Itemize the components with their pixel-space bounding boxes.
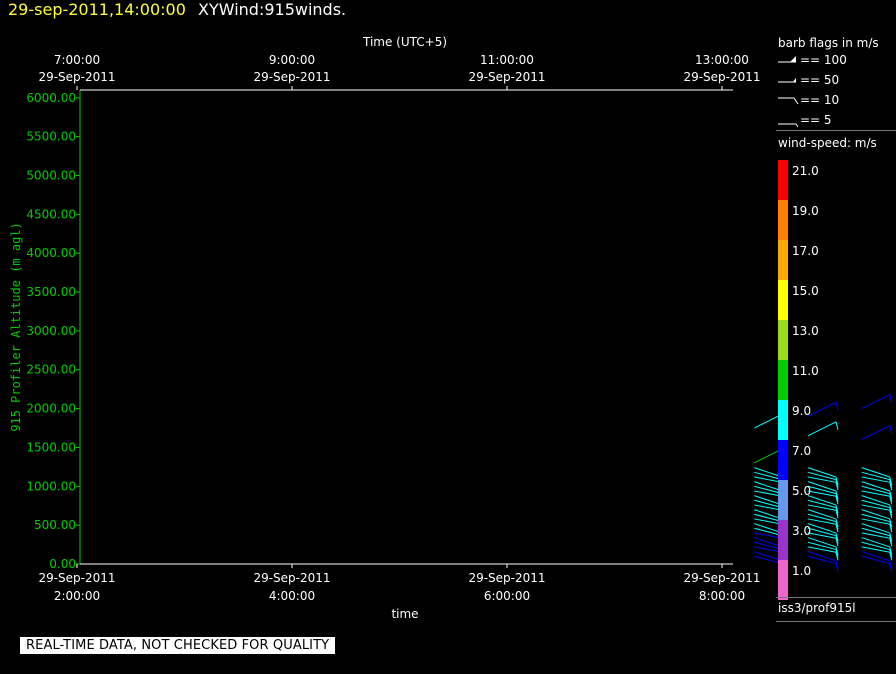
y-tick-label: 0.00: [49, 557, 76, 571]
barb-5-icon: [778, 123, 799, 128]
y-tick-label: 5500.00: [26, 130, 76, 144]
top-tick-time: 13:00:00: [695, 53, 749, 67]
colorbar-segment: [778, 560, 788, 600]
x-tick-time: 4:00:00: [269, 589, 315, 603]
colorbar-label: 17.0: [792, 244, 819, 258]
colorbar-segment: [778, 240, 788, 280]
station-divider: [776, 597, 896, 598]
barb-label-100: == 100: [800, 53, 847, 67]
y-tick-label: 3500.00: [26, 285, 76, 299]
y-tick-label: 4500.00: [26, 207, 76, 221]
x-tick-time: 8:00:00: [699, 589, 745, 603]
colorbar-segment: [778, 200, 788, 240]
barb-legend-5: == 5: [776, 113, 896, 128]
colorbar-label: 3.0: [792, 524, 812, 538]
x-axis-title: time: [391, 607, 418, 621]
y-tick-label: 2000.00: [26, 402, 76, 416]
x-tick-time: 2:00:00: [54, 589, 100, 603]
y-tick-label: 6000.00: [26, 91, 76, 105]
quality-warning: REAL-TIME DATA, NOT CHECKED FOR QUALITY: [20, 637, 336, 654]
colorbar-label: 1.0: [792, 564, 812, 578]
barb-legend-10: == 10: [776, 93, 896, 108]
x-tick-date: 29-Sep-2011: [253, 571, 330, 585]
colorbar-segment: [778, 360, 788, 400]
x-tick-time: 6:00:00: [484, 589, 530, 603]
barb-label-10: == 10: [800, 93, 840, 107]
colorbar-title: wind-speed: m/s: [778, 136, 877, 150]
colorbar-segment: [778, 520, 788, 560]
colorbar-label: 9.0: [792, 404, 812, 418]
colorbar-label: 7.0: [792, 444, 812, 458]
top-tick-time: 9:00:00: [269, 53, 315, 67]
legend-divider: [776, 130, 896, 131]
x-tick-date: 29-Sep-2011: [683, 571, 760, 585]
top-axis-title: Time (UTC+5): [362, 35, 447, 49]
barb-100-icon: [778, 56, 796, 63]
y-tick-label: 1500.00: [26, 440, 76, 454]
barb-legend-50: == 50: [776, 73, 896, 88]
y-tick-label: 500.00: [34, 518, 76, 532]
x-tick-date: 29-Sep-2011: [38, 571, 115, 585]
colorbar-segment: [778, 280, 788, 320]
top-tick-date: 29-Sep-2011: [468, 70, 545, 84]
colorbar-segment: [778, 400, 788, 440]
top-tick-date: 29-Sep-2011: [683, 70, 760, 84]
y-tick-label: 2500.00: [26, 363, 76, 377]
colorbar-label: 5.0: [792, 484, 812, 498]
station-id: iss3/prof915l: [778, 601, 856, 615]
y-axis-title: 915 Profiler Altitude (m agl): [9, 222, 23, 432]
colorbar-segment: [778, 160, 788, 200]
y-tick-label: 3000.00: [26, 324, 76, 338]
station-divider-bottom: [776, 621, 896, 622]
barb-legend-100: == 100: [776, 53, 896, 68]
top-tick-time: 11:00:00: [480, 53, 534, 67]
colorbar-segment: [778, 480, 788, 520]
y-tick-label: 1000.00: [26, 479, 76, 493]
legend-panel: barb flags in m/s == 100 == 50 == 10 == …: [776, 30, 896, 630]
y-tick-label: 4000.00: [26, 246, 76, 260]
barb-legend-title: barb flags in m/s: [778, 36, 879, 50]
top-tick-date: 29-Sep-2011: [253, 70, 330, 84]
barb-label-5: == 5: [800, 113, 832, 127]
colorbar-segment: [778, 320, 788, 360]
top-tick-date: 29-Sep-2011: [38, 70, 115, 84]
barb-50-icon: [778, 78, 796, 83]
colorbar-label: 11.0: [792, 364, 819, 378]
plot-axes: 0.00 500.00 1000.00 1500.00 2000.00 2500.00 30…: [9, 35, 761, 621]
colorbar-label: 21.0: [792, 164, 819, 178]
colorbar-label: 13.0: [792, 324, 819, 338]
wind-profile-plot: 0.00 500.00 1000.00 1500.00 2000.00 2500.00 30…: [9, 35, 893, 621]
y-tick-label: 5000.00: [26, 168, 76, 182]
colorbar-label: 15.0: [792, 284, 819, 298]
barb-label-50: == 50: [800, 73, 840, 87]
colorbar-segment: [778, 440, 788, 480]
barb-10-icon: [778, 97, 799, 105]
x-tick-date: 29-Sep-2011: [468, 571, 545, 585]
colorbar-label: 19.0: [792, 204, 819, 218]
top-tick-time: 7:00:00: [54, 53, 100, 67]
